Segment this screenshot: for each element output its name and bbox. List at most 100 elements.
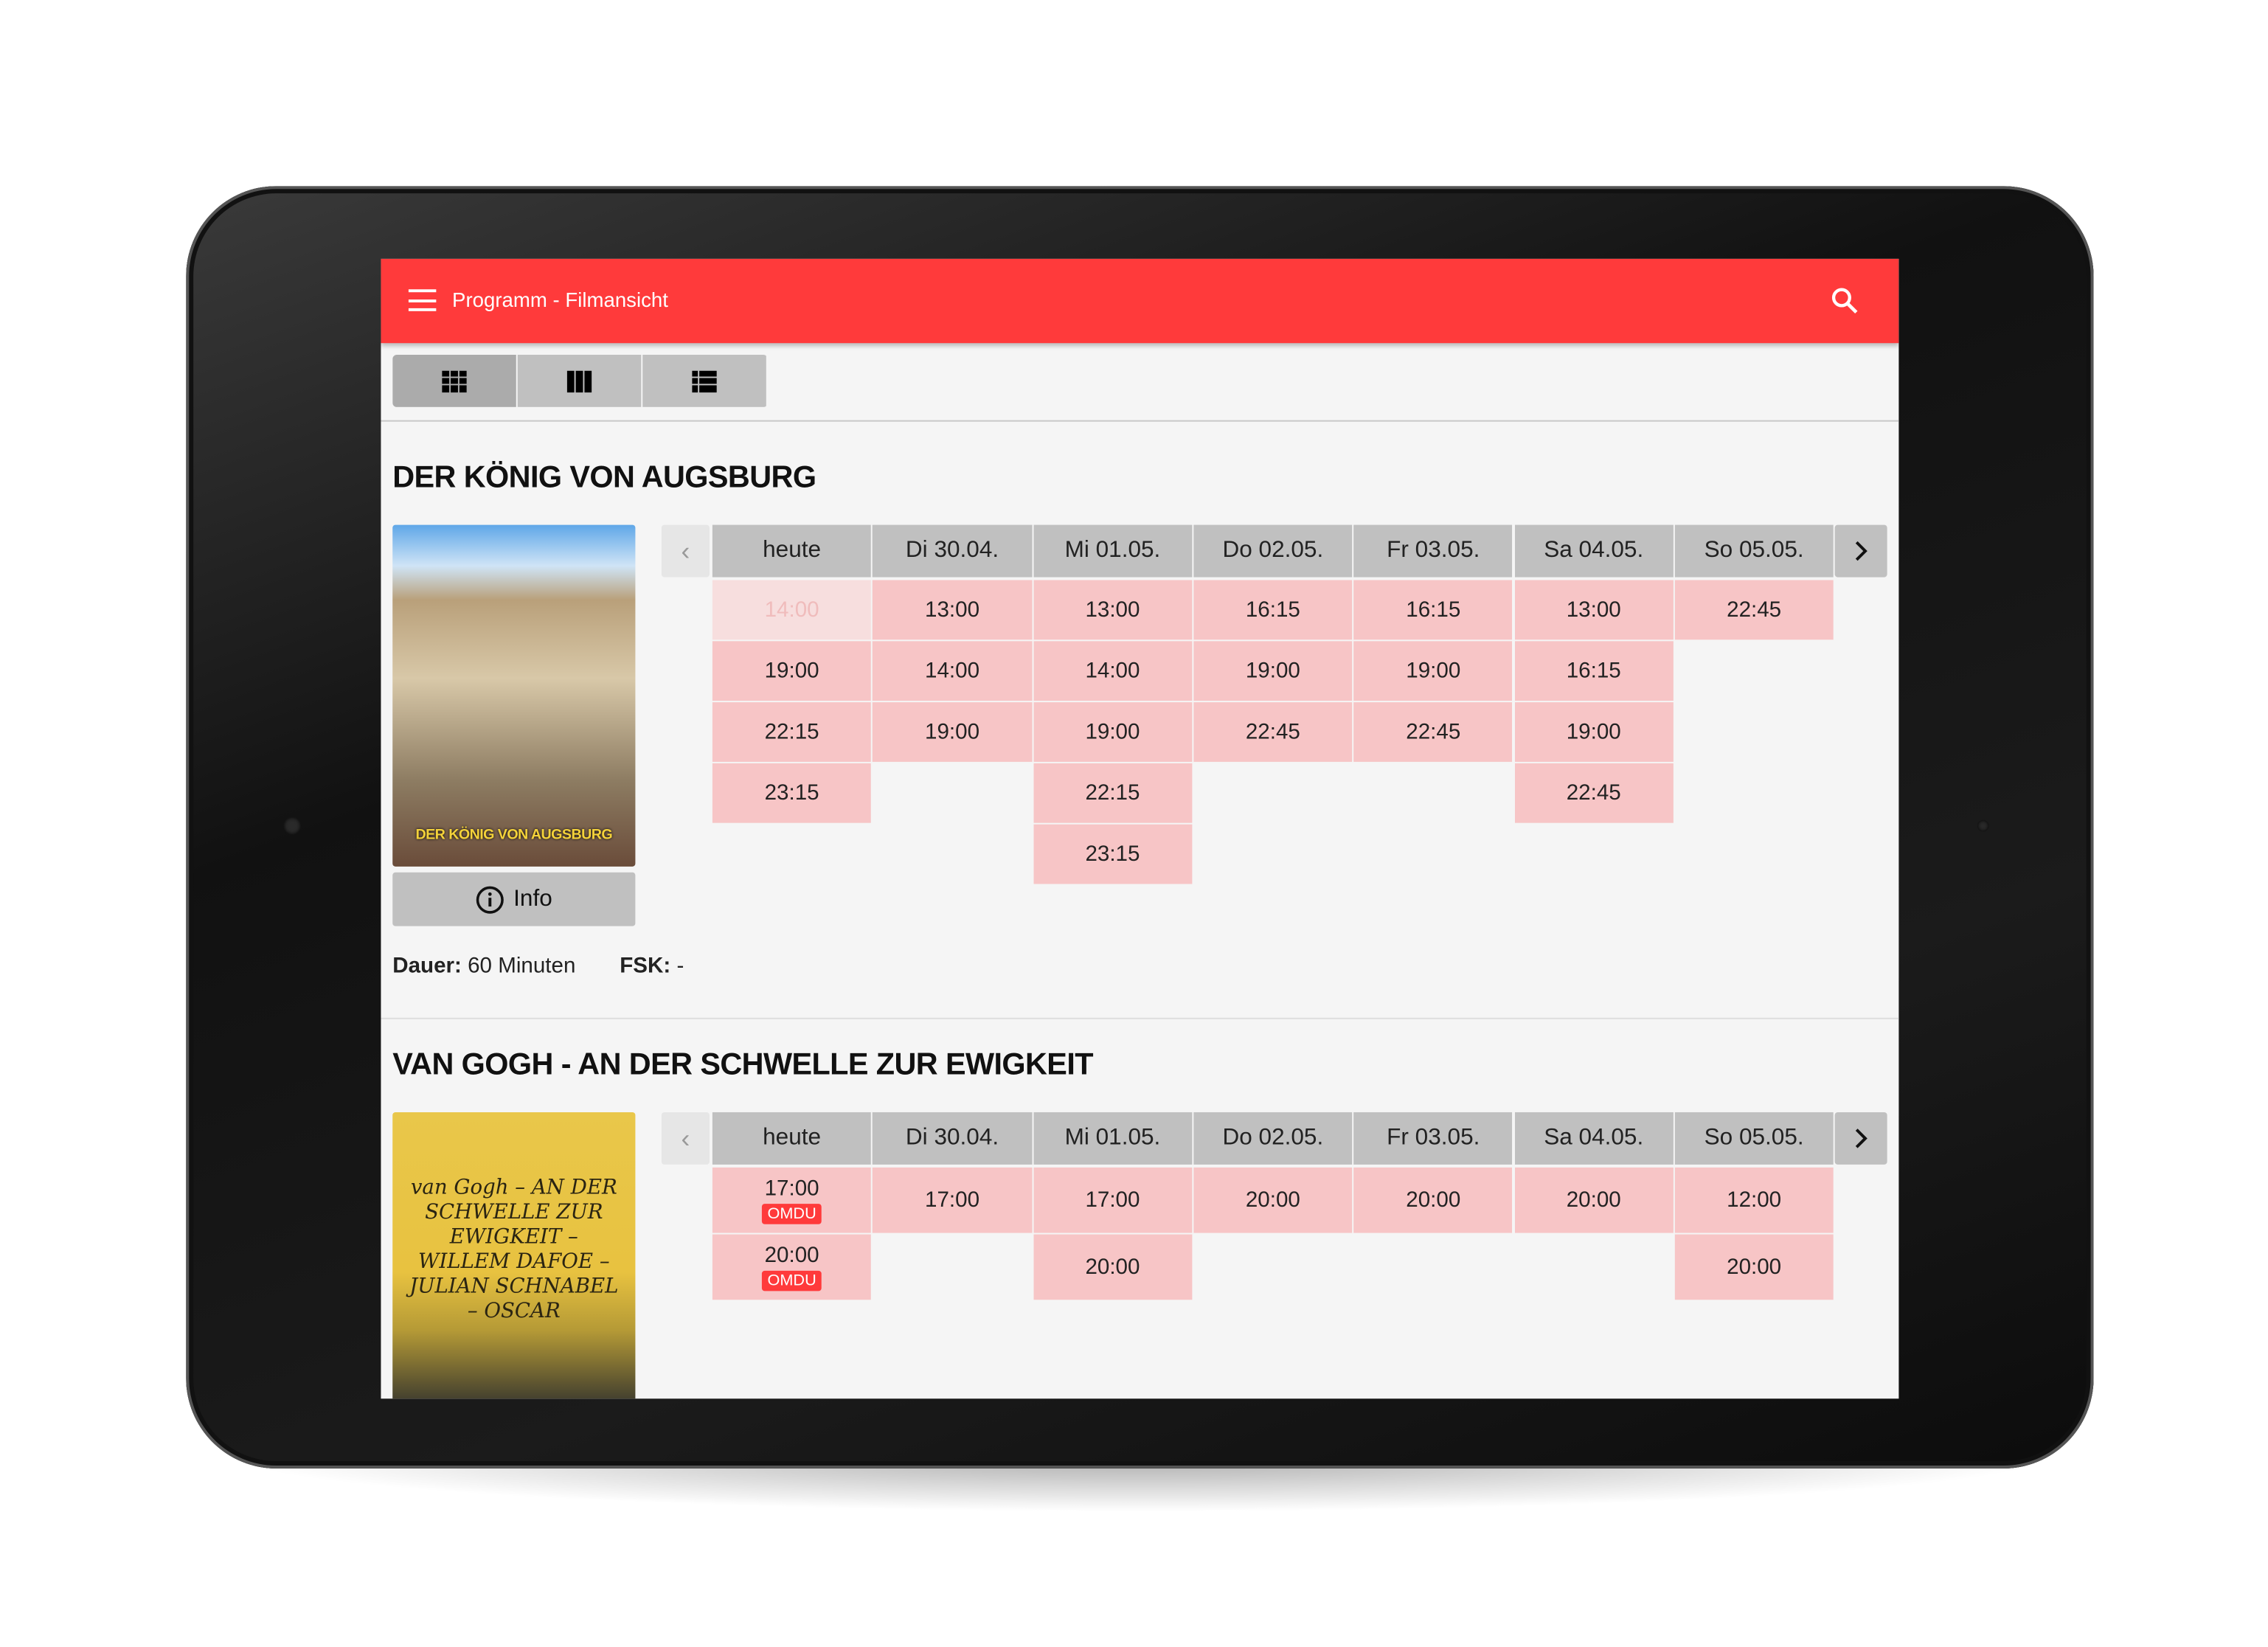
showtime-time: 20:00 — [1566, 1187, 1621, 1213]
prev-week-button[interactable]: ‹ — [661, 524, 710, 578]
fsk-value: - — [676, 954, 684, 979]
day-header[interactable]: Mi 01.05. — [1033, 524, 1193, 578]
showtime-slot[interactable]: 14:00 — [873, 641, 1032, 701]
info-label: Info — [513, 886, 552, 911]
showtime-time: 20:00 — [1727, 1255, 1782, 1280]
prev-week-button[interactable]: ‹ — [661, 1112, 710, 1165]
day-header[interactable]: Sa 04.05. — [1514, 524, 1674, 578]
showtime-slot[interactable]: 17:00 OMDU — [712, 1167, 872, 1233]
grid-view-icon — [442, 370, 467, 392]
showtime-time: 22:15 — [764, 719, 819, 745]
showtime-time: 22:15 — [1085, 780, 1140, 806]
showtime-slot[interactable]: 22:45 — [1353, 702, 1513, 762]
showtime-time: 13:00 — [925, 597, 980, 623]
showtime-time: 20:00 — [1245, 1187, 1300, 1213]
showtime-slot[interactable]: 19:00 — [1033, 702, 1193, 762]
chevron-right-icon — [1856, 541, 1868, 561]
showtime-slot[interactable]: 14:00 — [1033, 641, 1193, 701]
info-button[interactable]: Info — [392, 872, 636, 926]
showtime-time: 12:00 — [1727, 1187, 1782, 1213]
film-poster[interactable]: van Gogh – AN DER SCHWELLE ZUR EWIGKEIT … — [392, 1112, 636, 1399]
showtime-slot[interactable]: 19:00 — [1353, 641, 1513, 701]
day-header[interactable]: Di 30.04. — [873, 1112, 1032, 1165]
showtime-slot[interactable]: 12:00 — [1674, 1167, 1834, 1233]
showtime-time: 13:00 — [1085, 597, 1140, 623]
showtime-slot[interactable]: 20:00 — [1193, 1167, 1353, 1233]
showtime-slot[interactable]: 22:15 — [712, 702, 872, 762]
showtime-slot: 14:00 — [712, 580, 872, 640]
front-camera — [283, 816, 302, 835]
day-header[interactable]: Fr 03.05. — [1353, 1112, 1513, 1165]
showtime-time: 13:00 — [1566, 597, 1621, 623]
showtime-slot[interactable]: 16:15 — [1514, 641, 1674, 701]
grid-view-button[interactable] — [392, 354, 516, 407]
day-header[interactable]: heute — [712, 1112, 872, 1165]
divider — [381, 420, 1899, 422]
search-icon[interactable] — [1829, 285, 1861, 316]
day-header[interactable]: Do 02.05. — [1193, 524, 1353, 578]
showtime-time: 23:15 — [1085, 842, 1140, 867]
showtime-time: 19:00 — [1566, 719, 1621, 745]
day-header[interactable]: Fr 03.05. — [1353, 524, 1513, 578]
info-icon — [476, 885, 504, 913]
showtime-time: 20:00 — [1085, 1255, 1140, 1280]
column-view-button[interactable] — [517, 354, 642, 407]
showtime-time: 14:00 — [1085, 658, 1140, 684]
app-title: Programm - Filmansicht — [452, 288, 668, 311]
next-week-button[interactable] — [1834, 1112, 1887, 1165]
showtime-slot[interactable]: 17:00 — [1033, 1167, 1193, 1233]
app-screen: Programm - Filmansicht DER KÖNIG VON AUG… — [381, 258, 1899, 1399]
showtime-slot[interactable]: 17:00 — [873, 1167, 1032, 1233]
day-header[interactable]: heute — [712, 524, 872, 578]
showtime-time: 17:00 — [925, 1187, 980, 1213]
showtime-slot[interactable]: 19:00 — [873, 702, 1032, 762]
showtime-slot[interactable]: 16:15 — [1353, 580, 1513, 640]
language-badge: OMDU — [761, 1270, 822, 1291]
showtime-time: 19:00 — [925, 719, 980, 745]
showtime-slot[interactable]: 20:00 — [1514, 1167, 1674, 1233]
showtime-slot[interactable]: 23:15 — [1033, 824, 1193, 884]
showtime-slot[interactable]: 20:00 — [1033, 1234, 1193, 1300]
list-view-icon — [692, 370, 717, 392]
showtime-slot[interactable]: 19:00 — [1193, 641, 1353, 701]
column-view-icon — [566, 370, 592, 392]
showtime-time: 22:45 — [1727, 597, 1782, 623]
list-view-button[interactable] — [642, 354, 766, 407]
day-header[interactable]: So 05.05. — [1674, 1112, 1834, 1165]
hamburger-menu-icon[interactable] — [408, 289, 437, 311]
chevron-right-icon — [1856, 1128, 1868, 1148]
showtime-slot[interactable]: 22:45 — [1193, 702, 1353, 762]
day-header[interactable]: Di 30.04. — [873, 524, 1032, 578]
showtime-time: 23:15 — [764, 780, 819, 806]
day-header[interactable]: Sa 04.05. — [1514, 1112, 1674, 1165]
showtime-slot[interactable]: 22:45 — [1514, 763, 1674, 823]
showtime-slot[interactable]: 22:45 — [1674, 580, 1834, 640]
showtime-time: 22:45 — [1566, 780, 1621, 806]
day-header[interactable]: Mi 01.05. — [1033, 1112, 1193, 1165]
showtime-slot[interactable]: 19:00 — [712, 641, 872, 701]
showtime-time: 17:00 — [764, 1176, 819, 1202]
showtime-slot[interactable]: 20:00 — [1674, 1234, 1834, 1300]
showtime-time: 19:00 — [764, 658, 819, 684]
film-poster[interactable]: DER KÖNIG VON AUGSBURG — [392, 524, 636, 867]
showtime-time: 19:00 — [1245, 658, 1300, 684]
next-week-button[interactable] — [1834, 524, 1887, 578]
showtime-slot[interactable]: 20:00 OMDU — [712, 1234, 872, 1300]
showtime-time: 22:45 — [1245, 719, 1300, 745]
showtime-slot[interactable]: 20:00 — [1353, 1167, 1513, 1233]
showtime-slot[interactable]: 13:00 — [1514, 580, 1674, 640]
showtime-slot[interactable]: 19:00 — [1514, 702, 1674, 762]
showtime-slot[interactable]: 13:00 — [1033, 580, 1193, 640]
day-header[interactable]: Do 02.05. — [1193, 1112, 1353, 1165]
showtime-slot[interactable]: 13:00 — [873, 580, 1032, 640]
showtime-slot[interactable]: 22:15 — [1033, 763, 1193, 823]
showtime-time: 19:00 — [1085, 719, 1140, 745]
poster-lettering: DER KÖNIG VON AUGSBURG — [415, 827, 613, 844]
showtime-time: 16:15 — [1245, 597, 1300, 623]
showtime-slot[interactable]: 16:15 — [1193, 580, 1353, 640]
showtime-slot[interactable]: 23:15 — [712, 763, 872, 823]
sensor — [1977, 819, 1989, 832]
day-header[interactable]: So 05.05. — [1674, 524, 1834, 578]
showtime-time: 20:00 — [1406, 1187, 1461, 1213]
language-badge: OMDU — [761, 1204, 822, 1224]
